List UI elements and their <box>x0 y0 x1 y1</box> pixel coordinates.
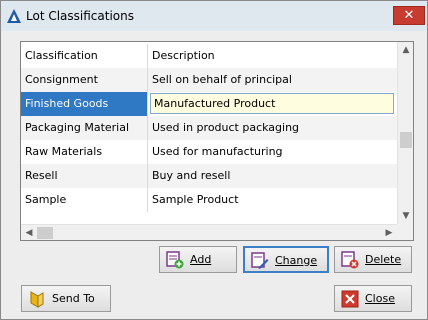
header-description[interactable]: Description <box>147 44 397 68</box>
header-classification[interactable]: Classification <box>21 44 147 68</box>
cell-classification[interactable]: Raw Materials <box>21 140 147 164</box>
window-title: Lot Classifications <box>26 9 134 23</box>
lot-classifications-window: Lot Classifications ✕ Classification Des… <box>0 0 428 320</box>
table-row-selected[interactable]: Finished Goods Manufactured Product <box>21 92 397 116</box>
delete-label: Delete <box>365 253 402 266</box>
scroll-right-icon[interactable]: ▶ <box>381 225 397 241</box>
cell-classification[interactable]: Consignment <box>21 68 147 92</box>
table-row[interactable]: Packaging Material Used in product packa… <box>21 116 397 140</box>
cell-classification[interactable]: Packaging Material <box>21 116 147 140</box>
change-button[interactable]: Change <box>243 246 329 273</box>
scroll-down-icon[interactable]: ▼ <box>398 208 414 224</box>
cell-description[interactable]: Sample Product <box>147 188 397 212</box>
send-to-label: Send To <box>52 292 95 305</box>
cell-description[interactable]: Used for manufacturing <box>147 140 397 164</box>
cell-description[interactable]: Buy and resell <box>147 164 397 188</box>
window-close-button[interactable]: ✕ <box>393 6 425 25</box>
add-label: Add <box>190 253 212 266</box>
add-record-icon <box>166 251 184 269</box>
change-label: Change <box>275 254 318 267</box>
app-triangle-icon <box>7 9 21 23</box>
table-row[interactable]: Consignment Sell on behalf of principal <box>21 68 397 92</box>
cell-classification[interactable]: Sample <box>21 188 147 212</box>
add-button[interactable]: Add <box>159 246 237 273</box>
table-row[interactable]: Sample Sample Product <box>21 188 397 212</box>
vertical-scrollbar[interactable]: ▲ ▼ <box>397 42 413 224</box>
send-to-icon <box>30 291 44 308</box>
edit-record-icon <box>251 252 269 269</box>
title-bar: Lot Classifications ✕ <box>1 1 427 31</box>
vertical-scroll-thumb[interactable] <box>400 132 412 148</box>
close-label: Close <box>365 292 395 305</box>
table-row[interactable]: Raw Materials Used for manufacturing <box>21 140 397 164</box>
cell-description[interactable]: Manufactured Product <box>147 92 397 116</box>
horizontal-scrollbar[interactable]: ◀ ▶ <box>21 224 397 240</box>
scroll-left-icon[interactable]: ◀ <box>21 225 37 241</box>
cell-classification[interactable]: Finished Goods <box>21 92 147 116</box>
scroll-corner <box>397 224 413 240</box>
cell-classification[interactable]: Resell <box>21 164 147 188</box>
delete-button[interactable]: Delete <box>334 246 412 273</box>
description-edit-field[interactable]: Manufactured Product <box>150 93 394 114</box>
close-red-icon <box>341 290 359 308</box>
cell-description[interactable]: Used in product packaging <box>147 116 397 140</box>
table-row[interactable]: Resell Buy and resell <box>21 164 397 188</box>
delete-record-icon <box>341 251 359 269</box>
cell-description[interactable]: Sell on behalf of principal <box>147 68 397 92</box>
grid-header-row: Classification Description <box>21 44 397 68</box>
scroll-up-icon[interactable]: ▲ <box>398 42 414 58</box>
classifications-grid[interactable]: Classification Description Consignment S… <box>20 41 414 241</box>
horizontal-scroll-thumb[interactable] <box>37 227 53 239</box>
close-x-icon: ✕ <box>403 8 415 23</box>
close-button[interactable]: Close <box>334 285 412 312</box>
send-to-button[interactable]: Send To <box>21 285 111 312</box>
